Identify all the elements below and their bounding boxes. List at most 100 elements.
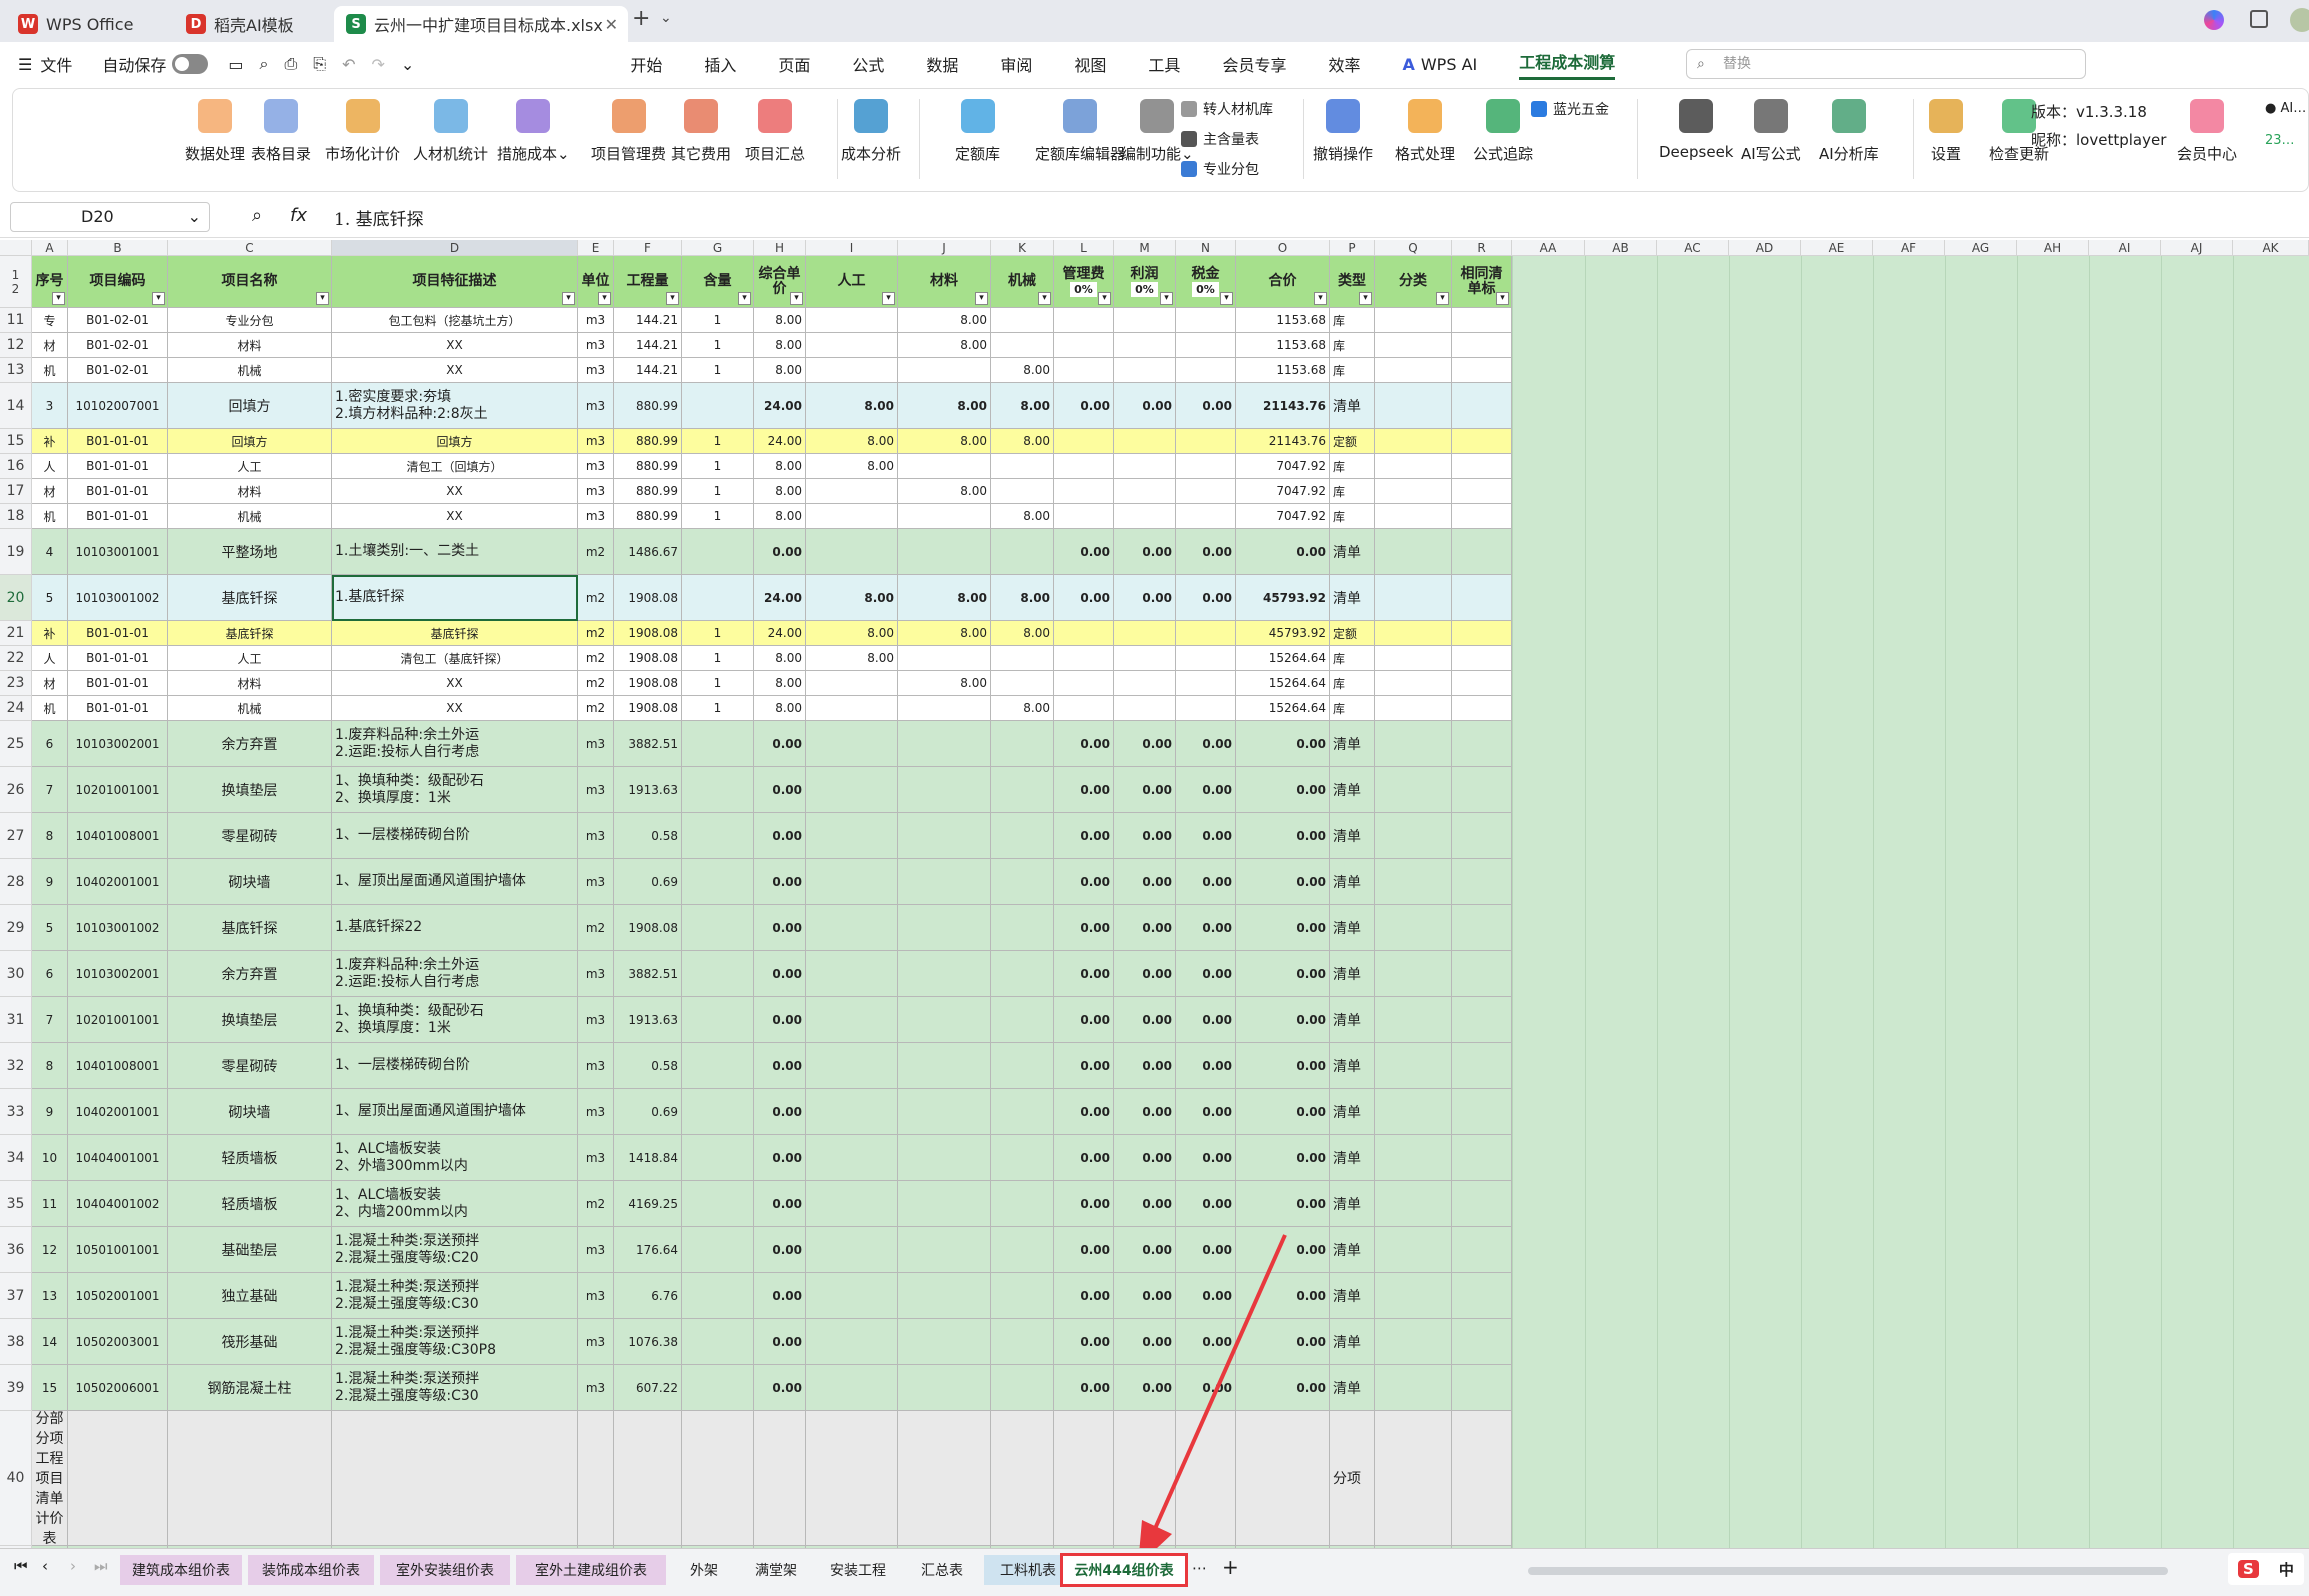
cell-A21[interactable]: 补 [32, 621, 68, 646]
cell-Q38[interactable] [1375, 1319, 1452, 1365]
cell-G38[interactable] [682, 1319, 754, 1365]
cell-B33[interactable]: 10402001001 [68, 1089, 168, 1135]
cell-G20[interactable] [682, 575, 754, 621]
ribbon-small-button-3[interactable]: 蓝光五金 [1531, 99, 1609, 119]
cell-O16[interactable]: 7047.92 [1236, 454, 1330, 479]
cell-A29[interactable]: 5 [32, 905, 68, 951]
column-title-P[interactable]: 类型 ▾ [1330, 256, 1375, 308]
sheet-tab-9[interactable]: 云州444组价表 [1060, 1553, 1188, 1587]
filter-dropdown-icon[interactable]: ▾ [666, 292, 679, 305]
cell-N12[interactable] [1176, 333, 1236, 358]
cell-L30[interactable]: 0.00 [1054, 951, 1114, 997]
cell-F12[interactable]: 144.21 [614, 333, 682, 358]
filter-dropdown-icon[interactable]: ▾ [152, 292, 165, 305]
cell-C17[interactable]: 材料 [168, 479, 332, 504]
column-header-F[interactable]: F [614, 240, 682, 256]
row-header-22[interactable]: 22 [0, 646, 32, 671]
cell-C18[interactable]: 机械 [168, 504, 332, 529]
cell-J25[interactable] [898, 721, 991, 767]
cell-N18[interactable] [1176, 504, 1236, 529]
cell-A40[interactable]: 分部分项工程项目清单计价表 [32, 1411, 68, 1547]
column-header-Q[interactable]: Q [1375, 240, 1452, 256]
cell-M19[interactable]: 0.00 [1114, 529, 1176, 575]
cell-K30[interactable] [991, 951, 1054, 997]
first-sheet-icon[interactable]: ⏮ [14, 1557, 28, 1575]
cell-N23[interactable] [1176, 671, 1236, 696]
cell-D29[interactable]: 1.基底钎探22 [332, 905, 578, 951]
cell-A13[interactable]: 机 [32, 358, 68, 383]
cell-A14[interactable]: 3 [32, 383, 68, 429]
column-title-F[interactable]: 工程量 ▾ [614, 256, 682, 308]
cell-L39[interactable]: 0.00 [1054, 1365, 1114, 1411]
cell-J15[interactable]: 8.00 [898, 429, 991, 454]
cell-B22[interactable]: B01-01-01 [68, 646, 168, 671]
cell-A36[interactable]: 12 [32, 1227, 68, 1273]
cell-O13[interactable]: 1153.68 [1236, 358, 1330, 383]
menu-cost-estimate[interactable]: 工程成本测算 [1519, 49, 1616, 80]
cell-D23[interactable]: XX [332, 671, 578, 696]
cell-A20[interactable]: 5 [32, 575, 68, 621]
ribbon-button-9[interactable]: 定额库 [955, 99, 1000, 164]
cell-D25[interactable]: 1.废弃料品种:余土外运 2.运距:投标人自行考虑 [332, 721, 578, 767]
cell-B20[interactable]: 10103001002 [68, 575, 168, 621]
cell-L13[interactable] [1054, 358, 1114, 383]
cell-Q29[interactable] [1375, 905, 1452, 951]
cell-F25[interactable]: 3882.51 [614, 721, 682, 767]
cell-O30[interactable]: 0.00 [1236, 951, 1330, 997]
cell-R37[interactable] [1452, 1273, 1512, 1319]
cell-I20[interactable]: 8.00 [806, 575, 898, 621]
zoom-icon[interactable]: ⌕ [252, 205, 262, 226]
cell-B27[interactable]: 10401008001 [68, 813, 168, 859]
cell-N30[interactable]: 0.00 [1176, 951, 1236, 997]
cell-H15[interactable]: 24.00 [754, 429, 806, 454]
cell-J11[interactable]: 8.00 [898, 308, 991, 333]
cell-K31[interactable] [991, 997, 1054, 1043]
menu-review[interactable]: 审阅 [1000, 52, 1032, 76]
cell-Q32[interactable] [1375, 1043, 1452, 1089]
cell-K38[interactable] [991, 1319, 1054, 1365]
ribbon-button-3[interactable]: 人材机统计 [413, 99, 488, 164]
cell-H20[interactable]: 24.00 [754, 575, 806, 621]
cell-I13[interactable] [806, 358, 898, 383]
cell-I29[interactable] [806, 905, 898, 951]
prev-sheet-icon[interactable]: ‹ [42, 1557, 48, 1575]
column-header-H[interactable]: H [754, 240, 806, 256]
cell-B19[interactable]: 10103001001 [68, 529, 168, 575]
cell-L29[interactable]: 0.00 [1054, 905, 1114, 951]
cell-B40[interactable] [68, 1411, 168, 1546]
cell-O29[interactable]: 0.00 [1236, 905, 1330, 951]
menu-insert[interactable]: 插入 [704, 52, 736, 76]
cell-H31[interactable]: 0.00 [754, 997, 806, 1043]
row-header-19[interactable]: 19 [0, 529, 32, 575]
cell-K18[interactable]: 8.00 [991, 504, 1054, 529]
cell-Q19[interactable] [1375, 529, 1452, 575]
cell-D36[interactable]: 1.混凝土种类:泵送预拌 2.混凝土强度等级:C20 [332, 1227, 578, 1273]
cell-B32[interactable]: 10401008001 [68, 1043, 168, 1089]
ribbon-button-0[interactable]: 数据处理 [185, 99, 245, 164]
cell-Q21[interactable] [1375, 621, 1452, 646]
cell-G40[interactable] [682, 1411, 754, 1546]
cell-Q39[interactable] [1375, 1365, 1452, 1411]
cell-P24[interactable]: 库 [1330, 696, 1375, 721]
row-header-17[interactable]: 17 [0, 479, 32, 504]
cell-E36[interactable]: m3 [578, 1227, 614, 1273]
cell-G18[interactable]: 1 [682, 504, 754, 529]
ribbon-button-6[interactable]: 其它费用 [671, 99, 731, 164]
cell-C27[interactable]: 零星砌砖 [168, 813, 332, 859]
cell-M12[interactable] [1114, 333, 1176, 358]
cell-I24[interactable] [806, 696, 898, 721]
filter-dropdown-icon[interactable]: ▾ [1160, 292, 1173, 305]
cell-E22[interactable]: m2 [578, 646, 614, 671]
column-header-J[interactable]: J [898, 240, 991, 256]
cell-M22[interactable] [1114, 646, 1176, 671]
cell-I37[interactable] [806, 1273, 898, 1319]
cell-A33[interactable]: 9 [32, 1089, 68, 1135]
column-title-M[interactable]: 利润 0% ▾ [1114, 256, 1176, 308]
cell-F27[interactable]: 0.58 [614, 813, 682, 859]
cell-I39[interactable] [806, 1365, 898, 1411]
cell-R31[interactable] [1452, 997, 1512, 1043]
cell-J26[interactable] [898, 767, 991, 813]
column-header-L[interactable]: L [1054, 240, 1114, 256]
row-header-40[interactable]: 40 [0, 1411, 32, 1546]
cell-P31[interactable]: 清单 [1330, 997, 1375, 1043]
